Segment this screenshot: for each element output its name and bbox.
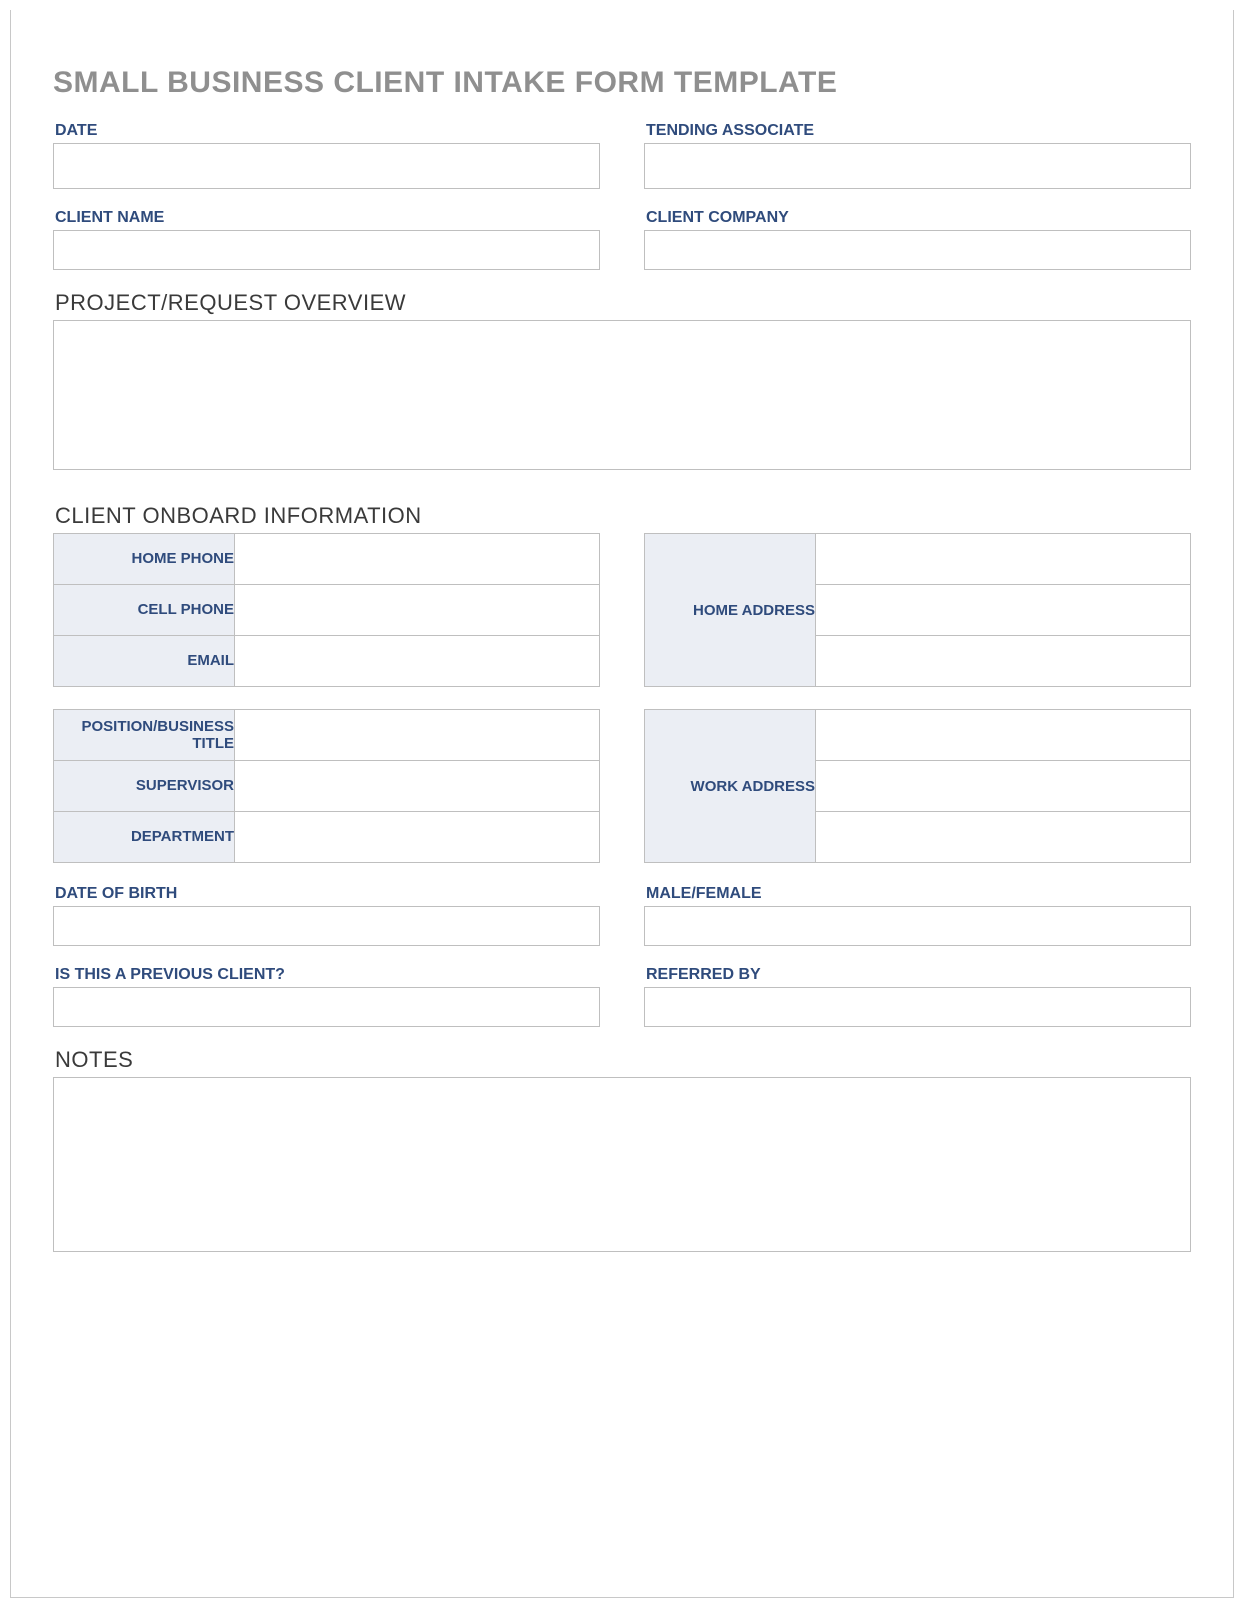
row-dob-gender: DATE OF BIRTH MALE/FEMALE (53, 885, 1191, 946)
department-input[interactable] (235, 812, 599, 862)
home-address-table: HOME ADDRESS (644, 533, 1191, 687)
dob-label: DATE OF BIRTH (55, 885, 600, 903)
work-address-line1-input[interactable] (816, 710, 1190, 760)
supervisor-input[interactable] (235, 761, 599, 811)
row-date-associate: DATE TENDING ASSOCIATE (53, 122, 1191, 189)
project-overview-textarea[interactable] (53, 320, 1191, 470)
home-phone-input[interactable] (235, 534, 599, 584)
date-input[interactable] (53, 143, 600, 189)
tending-associate-input[interactable] (644, 143, 1191, 189)
home-address-line2-input[interactable] (816, 585, 1190, 635)
tending-associate-label: TENDING ASSOCIATE (646, 122, 1191, 140)
gender-input[interactable] (644, 906, 1191, 946)
position-label: POSITION/BUSINESS TITLE (54, 710, 235, 761)
work-left-table: POSITION/BUSINESS TITLE SUPERVISOR DEPAR… (53, 709, 600, 863)
referred-by-input[interactable] (644, 987, 1191, 1027)
cell-phone-input[interactable] (235, 585, 599, 635)
department-label: DEPARTMENT (54, 812, 235, 863)
home-address-line1-input[interactable] (816, 534, 1190, 584)
email-label: EMAIL (54, 636, 235, 687)
date-label: DATE (55, 122, 600, 140)
email-input[interactable] (235, 636, 599, 686)
notes-label: NOTES (55, 1047, 1191, 1073)
project-overview-label: PROJECT/REQUEST OVERVIEW (55, 290, 1191, 316)
row-prev-referred: IS THIS A PREVIOUS CLIENT? REFERRED BY (53, 966, 1191, 1027)
client-company-label: CLIENT COMPANY (646, 209, 1191, 227)
work-address-line2-input[interactable] (816, 761, 1190, 811)
work-address-label: WORK ADDRESS (645, 710, 816, 863)
contact-left-table: HOME PHONE CELL PHONE EMAIL (53, 533, 600, 687)
document-title: SMALL BUSINESS CLIENT INTAKE FORM TEMPLA… (53, 66, 1191, 100)
work-address-table: WORK ADDRESS (644, 709, 1191, 863)
client-company-input[interactable] (644, 230, 1191, 270)
home-address-label: HOME ADDRESS (645, 534, 816, 687)
row-client-name-company: CLIENT NAME CLIENT COMPANY (53, 209, 1191, 270)
dob-input[interactable] (53, 906, 600, 946)
previous-client-label: IS THIS A PREVIOUS CLIENT? (55, 966, 600, 984)
intake-form-page: SMALL BUSINESS CLIENT INTAKE FORM TEMPLA… (10, 10, 1234, 1598)
notes-textarea[interactable] (53, 1077, 1191, 1252)
client-onboard-section-label: CLIENT ONBOARD INFORMATION (55, 503, 1191, 529)
position-input[interactable] (235, 710, 599, 760)
onboard-work-tables: POSITION/BUSINESS TITLE SUPERVISOR DEPAR… (53, 709, 1191, 863)
supervisor-label: SUPERVISOR (54, 761, 235, 812)
client-name-input[interactable] (53, 230, 600, 270)
work-address-line3-input[interactable] (816, 812, 1190, 862)
previous-client-input[interactable] (53, 987, 600, 1027)
client-name-label: CLIENT NAME (55, 209, 600, 227)
home-phone-label: HOME PHONE (54, 534, 235, 585)
referred-by-label: REFERRED BY (646, 966, 1191, 984)
home-address-line3-input[interactable] (816, 636, 1190, 686)
onboard-contact-tables: HOME PHONE CELL PHONE EMAIL HOME ADDRESS (53, 533, 1191, 687)
cell-phone-label: CELL PHONE (54, 585, 235, 636)
gender-label: MALE/FEMALE (646, 885, 1191, 903)
